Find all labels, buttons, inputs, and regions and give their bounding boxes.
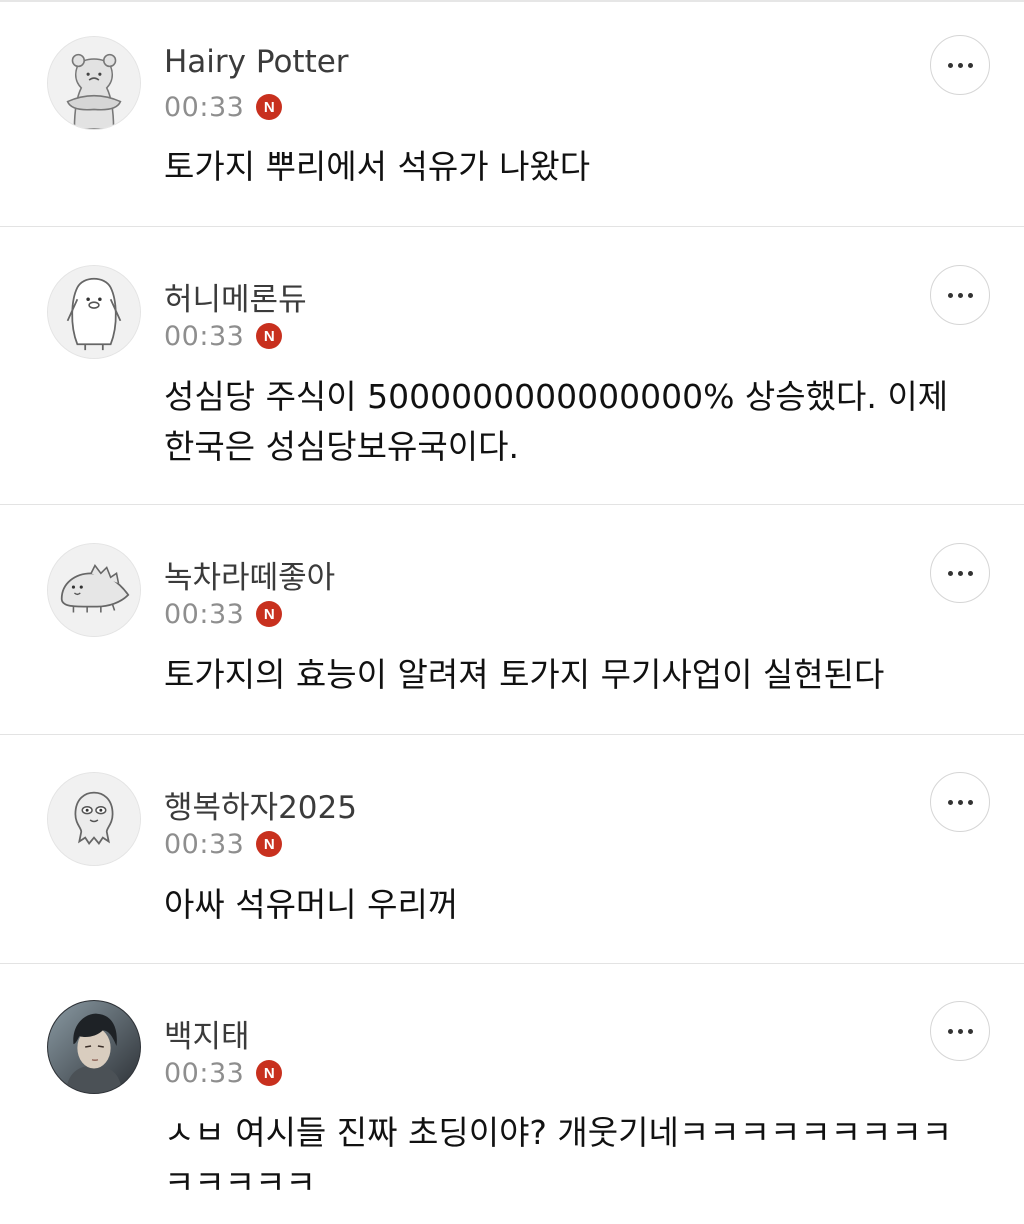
author-name[interactable]: 백지태	[164, 1011, 250, 1056]
more-options-button[interactable]	[930, 35, 990, 95]
dot	[967, 62, 973, 68]
more-options-button[interactable]	[930, 265, 990, 325]
dot	[957, 799, 963, 805]
dot	[957, 292, 963, 298]
comment-meta: 00:33 N	[164, 90, 283, 124]
comment-text: ㅅㅂ 여시들 진짜 초딩이야? 개웃기네ㅋㅋㅋㅋㅋㅋㅋㅋㅋ ㅋㅋㅋㅋㅋ	[164, 1113, 953, 1202]
n-badge-icon: N	[256, 1060, 283, 1086]
timestamp: 00:33	[164, 828, 245, 860]
comment-text: 아싸 석유머니 우리꺼	[164, 885, 459, 924]
octopus-icon[interactable]	[47, 772, 141, 866]
hamster-icon[interactable]	[47, 36, 141, 130]
comment-text: 토가지 뿌리에서 석유가 나왔다	[164, 147, 591, 186]
dot	[967, 292, 973, 298]
comment-divider	[0, 734, 1024, 735]
comment-text: 토가지의 효능이 알려져 토가지 무기사업이 실현된다	[164, 655, 885, 694]
dot	[957, 570, 963, 576]
more-options-button[interactable]	[930, 1001, 990, 1061]
comment-divider	[0, 504, 1024, 505]
author-name[interactable]: 녹차라떼좋아	[164, 552, 335, 597]
timestamp: 00:33	[164, 91, 245, 123]
dot	[957, 1028, 963, 1034]
comment-meta: 00:33 N	[164, 1056, 283, 1090]
author-name[interactable]: 허니메론듀	[164, 274, 307, 319]
n-badge-icon: N	[256, 601, 283, 627]
more-options-button[interactable]	[930, 543, 990, 603]
dot	[967, 570, 973, 576]
penguin-icon[interactable]	[47, 265, 141, 359]
top-divider	[0, 0, 1024, 2]
comment-meta: 00:33 N	[164, 827, 283, 861]
author-name[interactable]: Hairy Potter	[164, 44, 349, 80]
n-badge-icon: N	[256, 323, 283, 349]
comment-meta: 00:33 N	[164, 597, 283, 631]
n-badge-icon: N	[256, 94, 283, 120]
dot	[957, 62, 963, 68]
timestamp: 00:33	[164, 320, 245, 352]
dot	[947, 292, 953, 298]
comment-text: 성심당 주식이 5000000000000000% 상승했다. 이제 한국은 성…	[164, 377, 949, 466]
comment-divider	[0, 963, 1024, 964]
profile-photo[interactable]	[47, 1000, 141, 1094]
dinosaur-icon[interactable]	[47, 543, 141, 637]
timestamp: 00:33	[164, 598, 245, 630]
dot	[967, 799, 973, 805]
dot	[947, 799, 953, 805]
comment-meta: 00:33 N	[164, 319, 283, 353]
n-badge-icon: N	[256, 831, 283, 857]
timestamp: 00:33	[164, 1057, 245, 1089]
dot	[947, 62, 953, 68]
author-name[interactable]: 행복하자2025	[164, 782, 357, 827]
comment-divider	[0, 226, 1024, 227]
dot	[967, 1028, 973, 1034]
dot	[947, 1028, 953, 1034]
more-options-button[interactable]	[930, 772, 990, 832]
dot	[947, 570, 953, 576]
